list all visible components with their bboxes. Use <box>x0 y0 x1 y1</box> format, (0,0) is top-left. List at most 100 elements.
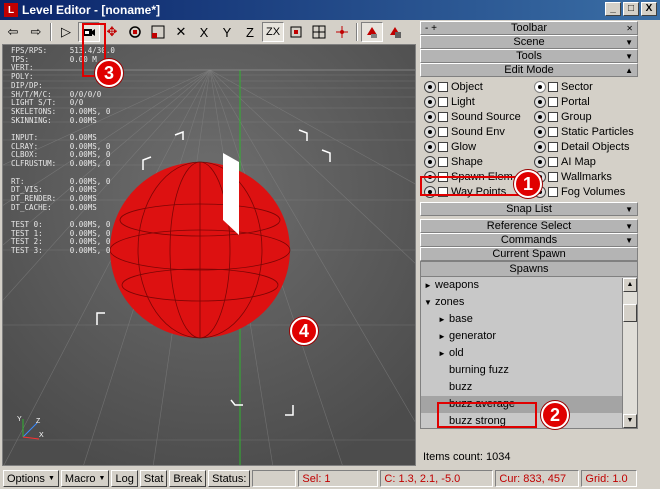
scroll-down-icon[interactable]: ▼ <box>623 414 637 428</box>
collapsed-icon[interactable]: ► <box>421 277 435 294</box>
checkbox[interactable] <box>548 187 558 197</box>
commands-section[interactable]: Commands ▼ <box>420 233 638 247</box>
current-spawn-section[interactable]: Current Spawn <box>420 247 638 261</box>
close-icon[interactable]: ✕ <box>626 24 633 33</box>
eye-icon[interactable] <box>424 81 436 93</box>
eye-icon[interactable] <box>424 141 436 153</box>
checkbox[interactable] <box>438 112 448 122</box>
eye-icon[interactable] <box>534 126 546 138</box>
checkbox[interactable] <box>438 82 448 92</box>
grid-snap-icon[interactable] <box>308 22 330 42</box>
axis-z-button[interactable]: Z <box>239 22 261 42</box>
back-arrow-icon[interactable]: ⇦ <box>2 22 24 42</box>
edit-item-static-particles[interactable]: Static Particles <box>530 125 638 139</box>
edit-item-group[interactable]: Group <box>530 110 638 124</box>
break-button[interactable]: Break <box>169 470 207 487</box>
sphere-object[interactable] <box>109 161 291 339</box>
edit-item-shape[interactable]: Shape <box>420 155 530 169</box>
spawn-tree-item[interactable]: buzz <box>421 379 637 396</box>
checkbox[interactable] <box>548 97 558 107</box>
object-snap-alt-icon[interactable] <box>384 22 406 42</box>
edit-item-ai-map[interactable]: AI Map <box>530 155 638 169</box>
rotate-icon[interactable] <box>124 22 146 42</box>
spawns-scrollbar[interactable]: ▲ ▼ <box>622 278 637 428</box>
scene-section[interactable]: Scene ▼ <box>420 35 638 49</box>
checkbox[interactable] <box>438 157 448 167</box>
eye-icon[interactable] <box>424 126 436 138</box>
eye-icon[interactable] <box>424 96 436 108</box>
close-button[interactable]: X <box>641 2 657 16</box>
snap-icon[interactable] <box>285 22 307 42</box>
chevron-down-icon[interactable]: ▼ <box>625 52 633 61</box>
maximize-button[interactable]: □ <box>623 2 639 16</box>
reference-select-section[interactable]: Reference Select ▼ <box>420 219 638 233</box>
eye-icon[interactable] <box>424 156 436 168</box>
checkbox[interactable] <box>548 112 558 122</box>
eye-icon[interactable] <box>534 156 546 168</box>
vertex-snap-icon[interactable] <box>331 22 353 42</box>
chevron-up-icon[interactable]: ▲ <box>625 66 633 75</box>
chevron-down-icon[interactable]: ▼ <box>625 205 633 214</box>
axis-zx-button[interactable]: ZX <box>262 22 284 42</box>
eye-icon[interactable] <box>534 111 546 123</box>
collapsed-icon[interactable]: ► <box>435 311 449 328</box>
options-button[interactable]: Options ▼ <box>3 470 59 487</box>
scroll-thumb[interactable] <box>623 304 637 322</box>
close-x-icon[interactable]: ✕ <box>170 22 192 42</box>
chevron-down-icon[interactable]: ▼ <box>625 222 633 231</box>
items-count: Items count: 1034 <box>423 451 511 463</box>
chevron-down-icon[interactable]: ▼ <box>625 236 633 245</box>
minimize-button[interactable]: _ <box>605 2 621 16</box>
checkbox[interactable] <box>548 172 558 182</box>
edit-item-object[interactable]: Object <box>420 80 530 94</box>
edit-item-detail-objects[interactable]: Detail Objects <box>530 140 638 154</box>
object-snap-icon[interactable] <box>361 22 383 42</box>
3d-viewport[interactable]: Y X Z FPS/RPS: 513.4/30.0 TPS: 0.00 M VE… <box>2 44 416 466</box>
checkbox[interactable] <box>438 127 448 137</box>
edit-item-sound-source[interactable]: Sound Source <box>420 110 530 124</box>
eye-icon[interactable] <box>534 96 546 108</box>
checkbox[interactable] <box>548 127 558 137</box>
checkbox[interactable] <box>438 142 448 152</box>
macro-button[interactable]: Macro ▼ <box>60 470 110 487</box>
edit-item-sector[interactable]: Sector <box>530 80 638 94</box>
eye-icon[interactable] <box>534 81 546 93</box>
edit-item-fog-volumes[interactable]: Fog Volumes <box>530 185 638 199</box>
collapsed-icon[interactable]: ► <box>435 328 449 345</box>
scroll-up-icon[interactable]: ▲ <box>623 278 637 292</box>
snap-list-section[interactable]: Snap List ▼ <box>420 202 638 216</box>
spawn-tree-item[interactable]: ► weapons <box>421 277 637 294</box>
toolbar-header[interactable]: - + Toolbar ✕ <box>420 21 638 35</box>
collapsed-icon[interactable]: ► <box>435 345 449 362</box>
edit-mode-section[interactable]: Edit Mode ▲ <box>420 63 638 77</box>
chevron-down-icon[interactable]: ▼ <box>625 38 633 47</box>
edit-item-label: Sound Env <box>451 126 505 138</box>
stat-button[interactable]: Stat <box>139 470 168 487</box>
axis-y-button[interactable]: Y <box>216 22 238 42</box>
toolbar-size-controls[interactable]: - + <box>425 23 437 34</box>
checkbox[interactable] <box>548 142 558 152</box>
edit-item-wallmarks[interactable]: Wallmarks <box>530 170 638 184</box>
edit-item-portal[interactable]: Portal <box>530 95 638 109</box>
scale-icon[interactable] <box>147 22 169 42</box>
spawn-tree-item[interactable]: ► old <box>421 345 637 362</box>
spawn-tree-item[interactable]: burning fuzz <box>421 362 637 379</box>
checkbox[interactable] <box>548 82 558 92</box>
eye-icon[interactable] <box>534 141 546 153</box>
edit-item-glow[interactable]: Glow <box>420 140 530 154</box>
edit-item-sound-env[interactable]: Sound Env <box>420 125 530 139</box>
spawn-tree-item[interactable]: ► generator <box>421 328 637 345</box>
tools-section-label: Tools <box>516 50 542 62</box>
eye-icon[interactable] <box>424 111 436 123</box>
forward-arrow-icon[interactable]: ⇨ <box>25 22 47 42</box>
checkbox[interactable] <box>548 157 558 167</box>
tools-section[interactable]: Tools ▼ <box>420 49 638 63</box>
axis-x-button[interactable]: X <box>193 22 215 42</box>
edit-item-light[interactable]: Light <box>420 95 530 109</box>
checkbox[interactable] <box>438 97 448 107</box>
spawn-tree-item[interactable]: ► base <box>421 311 637 328</box>
expanded-icon[interactable]: ▼ <box>421 294 435 311</box>
spawn-tree-item[interactable]: ▼ zones <box>421 294 637 311</box>
log-button[interactable]: Log <box>111 470 138 487</box>
select-arrow-icon[interactable]: ▷ <box>55 22 77 42</box>
